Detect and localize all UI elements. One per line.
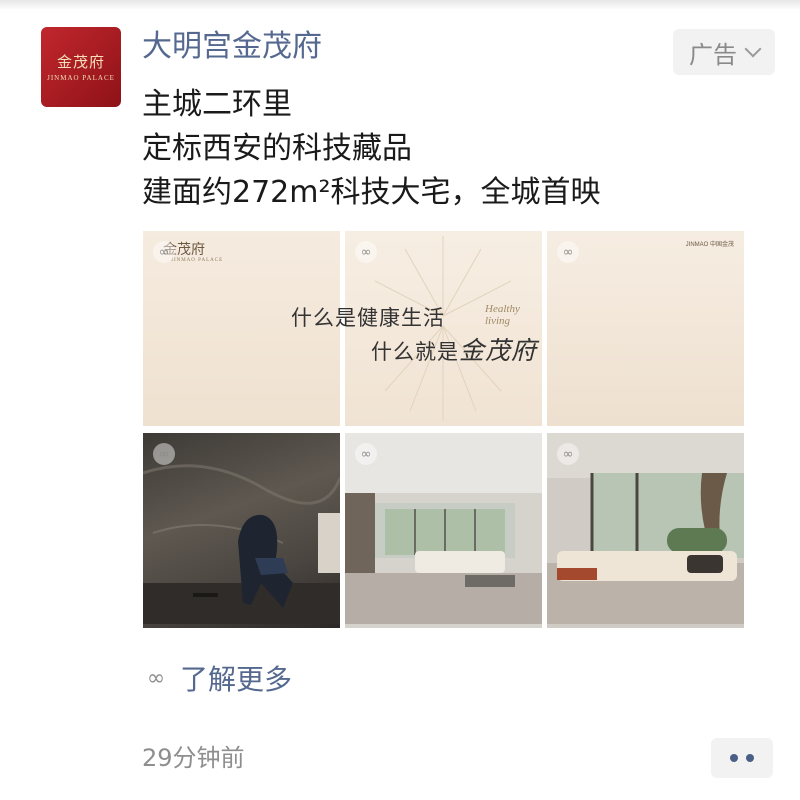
tile-logo-subtext: JINMAO PALACE <box>171 258 224 263</box>
more-dots-icon <box>746 754 754 762</box>
mini-program-icon: ∞ <box>153 241 175 263</box>
top-shadow <box>0 0 800 10</box>
learn-more-label: 了解更多 <box>180 663 293 696</box>
avatar[interactable]: 金茂府 JINMAO PALACE <box>41 27 121 107</box>
image-tile[interactable]: ∞ <box>345 433 542 628</box>
link-icon: ∞ <box>146 665 166 691</box>
slogan-line-2: 什么就是金茂府 <box>371 338 537 363</box>
image-tile[interactable]: ∞ <box>547 433 744 628</box>
photo-marble-lounge <box>143 464 340 624</box>
tile-brands-text: JINMAO 中国金茂 <box>685 242 734 248</box>
timestamp: 29分钟前 <box>142 744 245 772</box>
slogan-line-1: 什么是健康生活 <box>291 306 445 330</box>
post-text-line: 主城二环里 <box>142 87 292 122</box>
photo-sofa-courtyard <box>547 433 744 624</box>
mini-program-icon: ∞ <box>557 443 579 465</box>
ad-menu-button[interactable]: 广告 <box>673 29 775 75</box>
mini-program-icon: ∞ <box>557 241 579 263</box>
mini-program-icon: ∞ <box>355 443 377 465</box>
post-text-line: 建面约272m²科技大宅，全城首映 <box>142 175 601 210</box>
image-tile[interactable]: JINMAO 中国金茂 ∞ <box>547 231 744 426</box>
more-dots-icon <box>730 754 738 762</box>
ad-label: 广告 <box>689 40 737 69</box>
slogan-brand: 金茂府 <box>459 336 538 365</box>
mini-program-icon: ∞ <box>153 443 175 465</box>
slogan-english-line: Healthy <box>485 303 520 315</box>
learn-more-link[interactable]: ∞ 了解更多 <box>142 658 292 698</box>
post-text-line: 定标西安的科技藏品 <box>142 131 412 166</box>
avatar-logo-text: 金茂府 <box>56 53 105 71</box>
mini-program-icon: ∞ <box>355 241 377 263</box>
avatar-logo-subtext: JINMAO PALACE <box>47 74 115 82</box>
image-grid: 金茂府 JINMAO PALACE ∞ ∞ JINMAO 中国金茂 ∞ 什么是健… <box>143 231 744 628</box>
image-tile[interactable]: ∞ <box>143 433 340 628</box>
slogan-english-line: living <box>485 314 511 327</box>
slogan-english: Healthy living <box>485 303 520 327</box>
account-name[interactable]: 大明宫金茂府 <box>142 32 322 62</box>
photo-living-room <box>345 433 542 624</box>
chevron-down-icon <box>744 40 762 58</box>
slogan-line-2-text: 什么就是 <box>371 340 459 364</box>
more-menu-button[interactable] <box>711 738 773 778</box>
